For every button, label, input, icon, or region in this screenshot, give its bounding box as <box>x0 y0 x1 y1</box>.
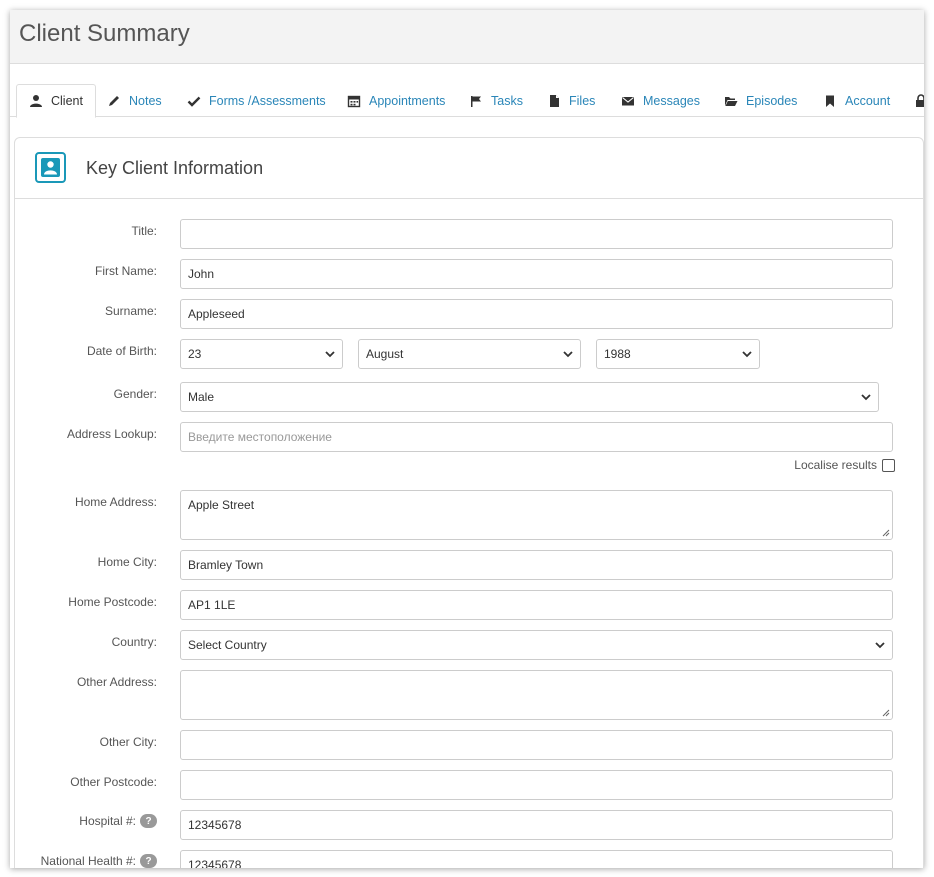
country-select[interactable]: Select Country <box>180 630 893 660</box>
gender-label: Gender: <box>113 387 157 401</box>
tab-label: Tasks <box>491 93 523 108</box>
tab-client[interactable]: Client <box>16 84 96 118</box>
calendar-icon <box>347 94 361 108</box>
tab-label: Forms /Assessments <box>209 93 326 108</box>
folder-open-icon <box>724 94 738 108</box>
first-name-field[interactable]: John <box>180 259 893 289</box>
lock-icon <box>914 93 924 108</box>
localise-label: Localise results <box>794 458 877 472</box>
localise-results: Localise results <box>794 458 895 472</box>
panel-header: Key Client Information <box>15 138 923 199</box>
hospital-number-field[interactable]: 12345678 <box>180 810 893 840</box>
other-city-field[interactable] <box>180 730 893 760</box>
hospital-label-text: Hospital #: <box>79 814 136 828</box>
key-client-panel: Key Client Information Title: First Name… <box>14 137 924 868</box>
tab-tasks[interactable]: Tasks <box>469 84 523 117</box>
panel-title: Key Client Information <box>86 158 264 178</box>
other-address-label: Other Address: <box>76 675 157 689</box>
tab-label: Files <box>569 93 596 108</box>
resize-grip-icon[interactable] <box>882 709 890 717</box>
tab-label: Notes <box>129 93 162 108</box>
home-address-label: Home Address: <box>74 495 157 509</box>
dob-day-value: 23 <box>188 347 202 361</box>
chevron-down-icon <box>875 642 885 649</box>
home-address-textarea[interactable]: Apple Street <box>180 490 893 540</box>
check-icon <box>187 94 201 108</box>
tab-episodes[interactable]: Episodes <box>724 84 797 117</box>
tab-forms-assessments[interactable]: Forms /Assessments <box>187 84 326 117</box>
first-name-label: First Name: <box>94 264 157 278</box>
tab-bar: Client Notes Forms /Assessments Appointm… <box>10 84 924 118</box>
bookmark-icon <box>823 94 837 108</box>
dob-year-select[interactable]: 1988 <box>596 339 760 369</box>
envelope-icon <box>621 94 635 108</box>
file-icon <box>547 94 561 108</box>
localise-checkbox[interactable] <box>882 458 895 472</box>
help-icon[interactable]: ? <box>140 854 157 868</box>
chevron-down-icon <box>325 351 335 358</box>
tab-overflow[interactable] <box>914 84 924 117</box>
chevron-down-icon <box>742 351 752 358</box>
address-lookup-label: Address Lookup: <box>66 427 157 441</box>
tab-appointments[interactable]: Appointments <box>347 84 445 117</box>
national-health-number-field[interactable]: 12345678 <box>180 850 893 868</box>
chevron-down-icon <box>563 351 573 358</box>
surname-field[interactable]: Appleseed <box>180 299 893 329</box>
hospital-label: Hospital #: ? <box>79 814 157 828</box>
tab-messages[interactable]: Messages <box>621 84 700 117</box>
country-value: Select Country <box>188 638 267 652</box>
resize-grip-icon[interactable] <box>882 529 890 537</box>
page-title: Client Summary <box>19 20 190 47</box>
dob-month-value: August <box>366 347 404 361</box>
page-header: Client Summary <box>10 10 924 64</box>
user-icon <box>29 94 43 108</box>
other-address-textarea[interactable] <box>180 670 893 720</box>
home-postcode-field[interactable]: AP1 1LE <box>180 590 893 620</box>
address-lookup-input[interactable]: Введите местоположение <box>180 422 893 452</box>
title-label: Title: <box>131 224 157 238</box>
dob-year-value: 1988 <box>604 347 631 361</box>
tab-label: Messages <box>643 93 700 108</box>
other-city-label: Other City: <box>99 735 157 749</box>
tab-label: Episodes <box>746 93 798 108</box>
tab-label: Client <box>51 94 83 108</box>
app-window: Client Summary Client Notes Forms /Asses… <box>10 10 924 868</box>
dob-day-select[interactable]: 23 <box>180 339 343 369</box>
client-card-icon <box>35 152 66 183</box>
gender-value: Male <box>188 390 215 404</box>
surname-label: Surname: <box>104 304 157 318</box>
home-address-value: Apple Street <box>188 498 255 512</box>
other-postcode-label: Other Postcode: <box>70 775 157 789</box>
tab-label: Appointments <box>369 93 446 108</box>
gender-select[interactable]: Male <box>180 382 879 412</box>
tab-label: Account <box>845 93 891 108</box>
chevron-down-icon <box>861 394 871 401</box>
home-city-label: Home City: <box>97 555 157 569</box>
tab-files[interactable]: Files <box>547 84 595 117</box>
dob-month-select[interactable]: August <box>358 339 581 369</box>
other-postcode-field[interactable] <box>180 770 893 800</box>
flag-icon <box>469 94 483 108</box>
country-label: Country: <box>111 635 157 649</box>
tab-notes[interactable]: Notes <box>107 84 162 117</box>
pencil-icon <box>107 94 121 108</box>
national-health-label: National Health #: ? <box>41 854 157 868</box>
help-icon[interactable]: ? <box>140 814 157 828</box>
home-postcode-label: Home Postcode: <box>68 595 157 609</box>
home-city-field[interactable]: Bramley Town <box>180 550 893 580</box>
dob-label: Date of Birth: <box>86 344 157 358</box>
national-health-label-text: National Health #: <box>40 854 136 868</box>
title-field[interactable] <box>180 219 893 249</box>
tab-account[interactable]: Account <box>823 84 890 117</box>
